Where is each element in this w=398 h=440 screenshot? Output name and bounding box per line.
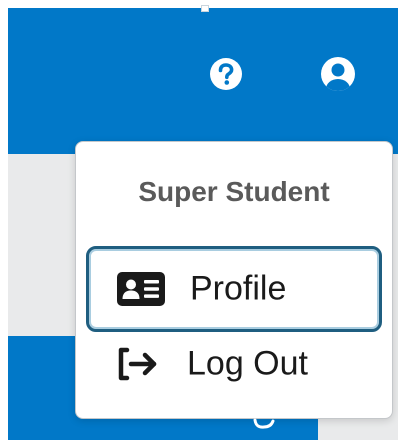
window-marker bbox=[201, 5, 209, 12]
id-card-icon bbox=[115, 269, 167, 309]
logout-label: Log Out bbox=[187, 344, 308, 383]
logout-arrow-icon bbox=[112, 344, 164, 384]
question-circle-icon bbox=[210, 58, 242, 90]
chat-icon bbox=[253, 418, 275, 429]
menu-user-name: Super Student bbox=[138, 176, 330, 207]
help-button[interactable] bbox=[207, 55, 245, 93]
profile-label: Profile bbox=[190, 269, 287, 308]
logout-menu-item[interactable]: Log Out bbox=[86, 324, 382, 404]
profile-menu-item[interactable]: Profile bbox=[86, 246, 382, 332]
account-menu: Super Student Profile Log Out bbox=[75, 141, 393, 419]
account-button[interactable] bbox=[319, 55, 357, 93]
user-circle-icon bbox=[321, 57, 355, 91]
